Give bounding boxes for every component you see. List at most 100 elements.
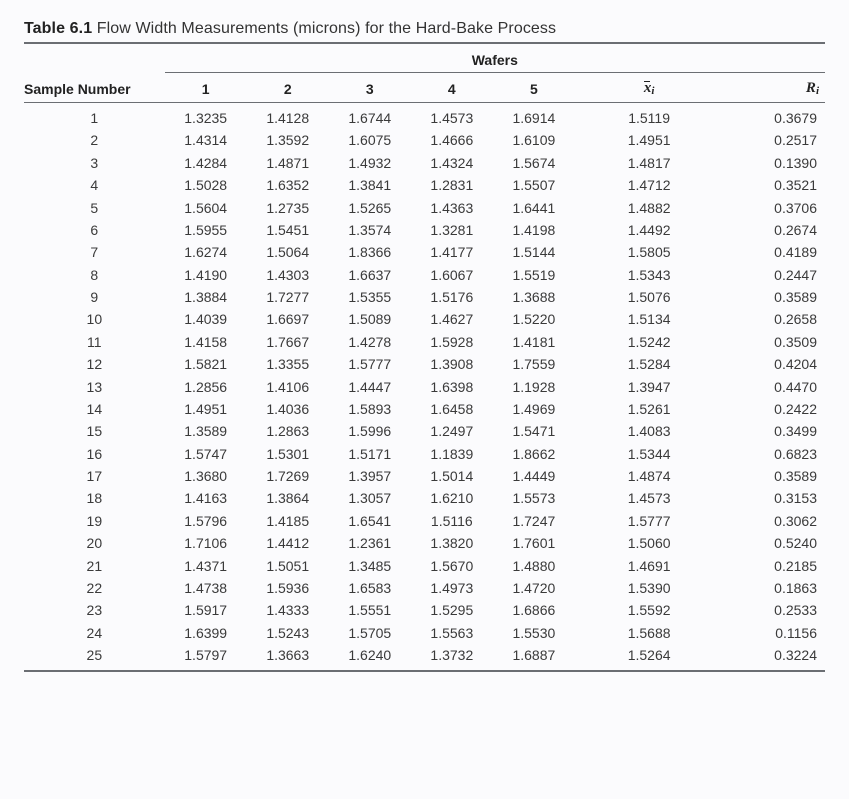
cell-range: 0.2185 bbox=[723, 554, 825, 576]
cell-wafer-1: 1.6274 bbox=[165, 241, 247, 263]
cell-gap bbox=[692, 263, 723, 285]
cell-wafer-1: 1.6399 bbox=[165, 621, 247, 643]
cell-wafer-4: 1.5014 bbox=[411, 465, 493, 487]
cell-gap bbox=[692, 174, 723, 196]
cell-wafer-5: 1.5519 bbox=[493, 263, 575, 285]
cell-wafer-4: 1.5116 bbox=[411, 510, 493, 532]
cell-xbar: 1.4492 bbox=[606, 219, 692, 241]
cell-sample-number: 22 bbox=[24, 577, 165, 599]
table-row: 161.57471.53011.51711.18391.86621.53440.… bbox=[24, 442, 825, 464]
cell-gap bbox=[692, 129, 723, 151]
table-row: 181.41631.38641.30571.62101.55731.45730.… bbox=[24, 487, 825, 509]
cell-sample-number: 9 bbox=[24, 286, 165, 308]
cell-wafer-4: 1.4363 bbox=[411, 196, 493, 218]
cell-gap bbox=[575, 465, 606, 487]
cell-wafer-1: 1.4158 bbox=[165, 331, 247, 353]
cell-wafer-3: 1.5355 bbox=[329, 286, 411, 308]
cell-range: 0.3062 bbox=[723, 510, 825, 532]
cell-gap bbox=[575, 644, 606, 670]
cell-sample-number: 7 bbox=[24, 241, 165, 263]
cell-wafer-1: 1.5797 bbox=[165, 644, 247, 670]
cell-wafer-4: 1.2831 bbox=[411, 174, 493, 196]
cell-xbar: 1.3947 bbox=[606, 375, 692, 397]
table-row: 171.36801.72691.39571.50141.44491.48740.… bbox=[24, 465, 825, 487]
cell-range: 0.2533 bbox=[723, 599, 825, 621]
cell-sample-number: 8 bbox=[24, 263, 165, 285]
cell-xbar: 1.5284 bbox=[606, 353, 692, 375]
cell-wafer-2: 1.2735 bbox=[247, 196, 329, 218]
cell-gap bbox=[575, 219, 606, 241]
cell-sample-number: 23 bbox=[24, 599, 165, 621]
cell-xbar: 1.4874 bbox=[606, 465, 692, 487]
cell-gap bbox=[575, 442, 606, 464]
cell-gap bbox=[692, 577, 723, 599]
cell-xbar: 1.4817 bbox=[606, 152, 692, 174]
col-wafer-4: 4 bbox=[411, 73, 493, 103]
cell-wafer-4: 1.5670 bbox=[411, 554, 493, 576]
cell-wafer-5: 1.7247 bbox=[493, 510, 575, 532]
cell-gap bbox=[575, 353, 606, 375]
cell-wafer-4: 1.5176 bbox=[411, 286, 493, 308]
cell-sample-number: 15 bbox=[24, 420, 165, 442]
cell-wafer-5: 1.7559 bbox=[493, 353, 575, 375]
cell-wafer-4: 1.2497 bbox=[411, 420, 493, 442]
cell-gap bbox=[575, 375, 606, 397]
cell-gap bbox=[575, 196, 606, 218]
col-xbar: xi bbox=[606, 73, 692, 103]
cell-wafer-2: 1.6697 bbox=[247, 308, 329, 330]
cell-xbar: 1.4712 bbox=[606, 174, 692, 196]
cell-wafer-5: 1.5144 bbox=[493, 241, 575, 263]
cell-wafer-2: 1.3592 bbox=[247, 129, 329, 151]
cell-xbar: 1.4951 bbox=[606, 129, 692, 151]
col-wafer-1: 1 bbox=[165, 73, 247, 103]
cell-wafer-5: 1.6441 bbox=[493, 196, 575, 218]
cell-sample-number: 20 bbox=[24, 532, 165, 554]
cell-gap bbox=[692, 103, 723, 130]
cell-gap bbox=[575, 510, 606, 532]
table-row: 241.63991.52431.57051.55631.55301.56880.… bbox=[24, 621, 825, 643]
cell-wafer-3: 1.3841 bbox=[329, 174, 411, 196]
cell-wafer-4: 1.4324 bbox=[411, 152, 493, 174]
wafers-spanner: Wafers bbox=[165, 44, 825, 73]
cell-wafer-2: 1.5451 bbox=[247, 219, 329, 241]
cell-wafer-5: 1.4880 bbox=[493, 554, 575, 576]
table-row: 111.41581.76671.42781.59281.41811.52420.… bbox=[24, 331, 825, 353]
cell-wafer-5: 1.4181 bbox=[493, 331, 575, 353]
cell-sample-number: 16 bbox=[24, 442, 165, 464]
cell-wafer-2: 1.7277 bbox=[247, 286, 329, 308]
table-row: 51.56041.27351.52651.43631.64411.48820.3… bbox=[24, 196, 825, 218]
cell-wafer-3: 1.6637 bbox=[329, 263, 411, 285]
cell-wafer-3: 1.3957 bbox=[329, 465, 411, 487]
cell-xbar: 1.5076 bbox=[606, 286, 692, 308]
cell-wafer-1: 1.3235 bbox=[165, 103, 247, 130]
cell-wafer-5: 1.4969 bbox=[493, 398, 575, 420]
cell-sample-number: 3 bbox=[24, 152, 165, 174]
cell-wafer-4: 1.3820 bbox=[411, 532, 493, 554]
table-row: 61.59551.54511.35741.32811.41981.44920.2… bbox=[24, 219, 825, 241]
cell-wafer-4: 1.6398 bbox=[411, 375, 493, 397]
cell-wafer-2: 1.7269 bbox=[247, 465, 329, 487]
header-row: Sample Number 1 2 3 4 5 xi Ri bbox=[24, 73, 825, 103]
cell-wafer-3: 1.6744 bbox=[329, 103, 411, 130]
cell-gap bbox=[575, 487, 606, 509]
table-row: 151.35891.28631.59961.24971.54711.40830.… bbox=[24, 420, 825, 442]
cell-xbar: 1.5805 bbox=[606, 241, 692, 263]
cell-wafer-5: 1.5573 bbox=[493, 487, 575, 509]
cell-xbar: 1.5242 bbox=[606, 331, 692, 353]
table-label: Table 6.1 bbox=[24, 20, 92, 37]
cell-wafer-3: 1.3574 bbox=[329, 219, 411, 241]
cell-wafer-2: 1.4128 bbox=[247, 103, 329, 130]
cell-wafer-4: 1.6067 bbox=[411, 263, 493, 285]
cell-range: 0.2674 bbox=[723, 219, 825, 241]
cell-wafer-4: 1.4573 bbox=[411, 103, 493, 130]
cell-sample-number: 6 bbox=[24, 219, 165, 241]
table-row: 41.50281.63521.38411.28311.55071.47120.3… bbox=[24, 174, 825, 196]
cell-gap bbox=[575, 420, 606, 442]
cell-wafer-5: 1.7601 bbox=[493, 532, 575, 554]
cell-range: 0.1390 bbox=[723, 152, 825, 174]
cell-wafer-1: 1.4738 bbox=[165, 577, 247, 599]
cell-wafer-2: 1.5243 bbox=[247, 621, 329, 643]
cell-sample-number: 12 bbox=[24, 353, 165, 375]
table-row: 91.38841.72771.53551.51761.36881.50760.3… bbox=[24, 286, 825, 308]
cell-wafer-2: 1.5051 bbox=[247, 554, 329, 576]
